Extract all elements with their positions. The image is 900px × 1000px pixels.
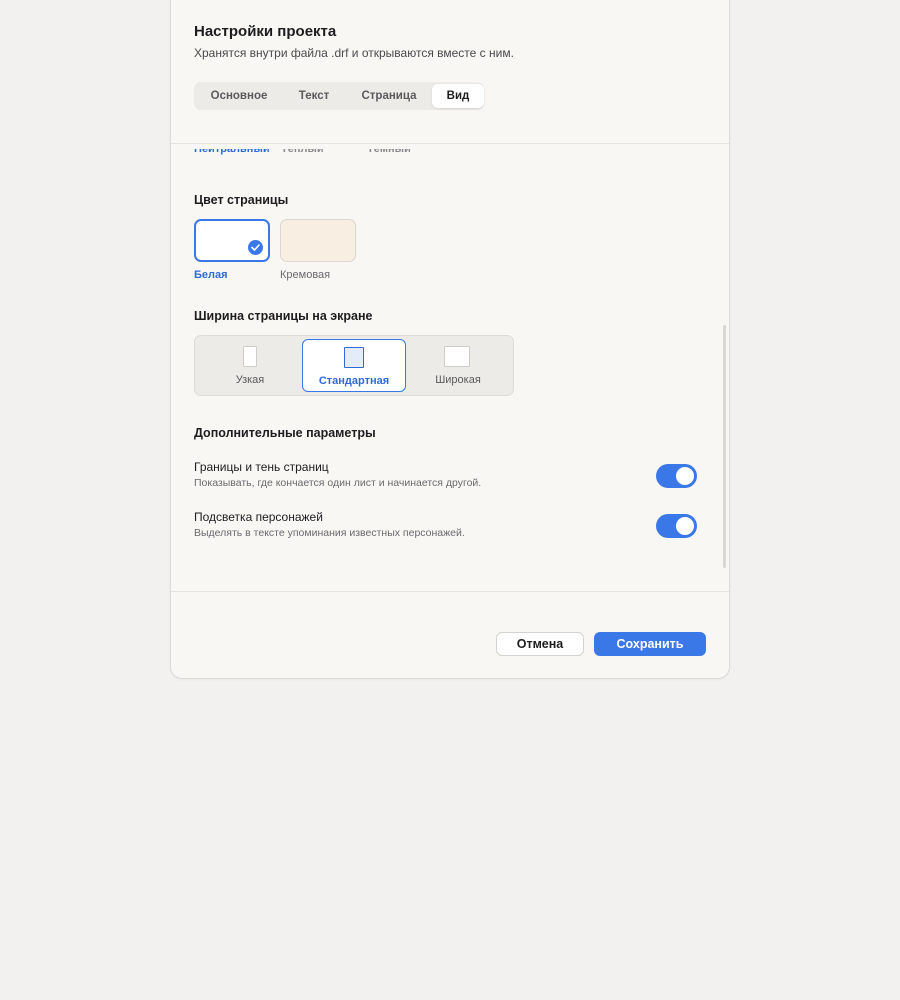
page-color-title: Цвет страницы <box>194 193 289 207</box>
page-color-cream-label: Кремовая <box>280 269 331 281</box>
wide-page-icon <box>444 346 470 367</box>
page-borders-toggle[interactable] <box>656 464 697 488</box>
page-borders-title: Границы и тень страниц <box>194 460 329 474</box>
page-color-white-label: Белая <box>194 269 228 281</box>
theme-option-neutral[interactable]: Нейтральный <box>194 149 270 160</box>
dialog-footer: Отмена Сохранить <box>171 591 729 678</box>
page-color-cream[interactable] <box>280 219 356 262</box>
character-highlight-title: Подсветка персонажей <box>194 510 323 524</box>
tab-text[interactable]: Текст <box>286 84 342 108</box>
theme-options-row: Нейтральный Тёплый Тёмный <box>194 149 434 161</box>
scrollbar-thumb[interactable] <box>723 325 726 568</box>
page-width-selector: Узкая Стандартная Широкая <box>194 335 514 396</box>
settings-scroll-area[interactable]: Нейтральный Тёплый Тёмный Цвет страницы … <box>171 145 729 591</box>
dialog-subtitle: Хранятся внутри файла .drf и открываются… <box>194 46 514 60</box>
toggle-knob <box>676 517 694 535</box>
tab-main[interactable]: Основное <box>198 84 280 108</box>
page-width-standard[interactable]: Стандартная <box>302 339 406 392</box>
standard-page-icon <box>344 347 364 368</box>
toggle-knob <box>676 467 694 485</box>
page-width-standard-label: Стандартная <box>318 375 390 387</box>
character-highlight-description: Выделять в тексте упоминания известных п… <box>194 527 465 539</box>
save-button[interactable]: Сохранить <box>594 632 706 656</box>
dialog-title: Настройки проекта <box>194 23 337 40</box>
settings-tabs: Основное Текст Страница Вид <box>194 82 484 110</box>
project-settings-dialog: Настройки проекта Хранятся внутри файла … <box>170 0 730 679</box>
tab-page[interactable]: Страница <box>348 84 430 108</box>
check-icon <box>248 240 263 255</box>
theme-option-dark[interactable]: Тёмный <box>367 149 411 160</box>
page-width-wide-label: Широкая <box>435 374 481 386</box>
cancel-button[interactable]: Отмена <box>496 632 584 656</box>
tab-view[interactable]: Вид <box>432 84 484 108</box>
page-width-wide[interactable]: Широкая <box>406 339 510 392</box>
page-width-narrow-label: Узкая <box>235 374 265 386</box>
character-highlight-toggle[interactable] <box>656 514 697 538</box>
dialog-header: Настройки проекта Хранятся внутри файла … <box>171 0 729 144</box>
theme-option-warm[interactable]: Тёплый <box>281 149 324 160</box>
page-color-white[interactable] <box>194 219 270 262</box>
page-width-title: Ширина страницы на экране <box>194 309 373 323</box>
narrow-page-icon <box>243 346 257 367</box>
page-borders-description: Показывать, где кончается один лист и на… <box>194 477 482 489</box>
extra-options-title: Дополнительные параметры <box>194 426 376 440</box>
page-width-narrow[interactable]: Узкая <box>198 339 302 392</box>
